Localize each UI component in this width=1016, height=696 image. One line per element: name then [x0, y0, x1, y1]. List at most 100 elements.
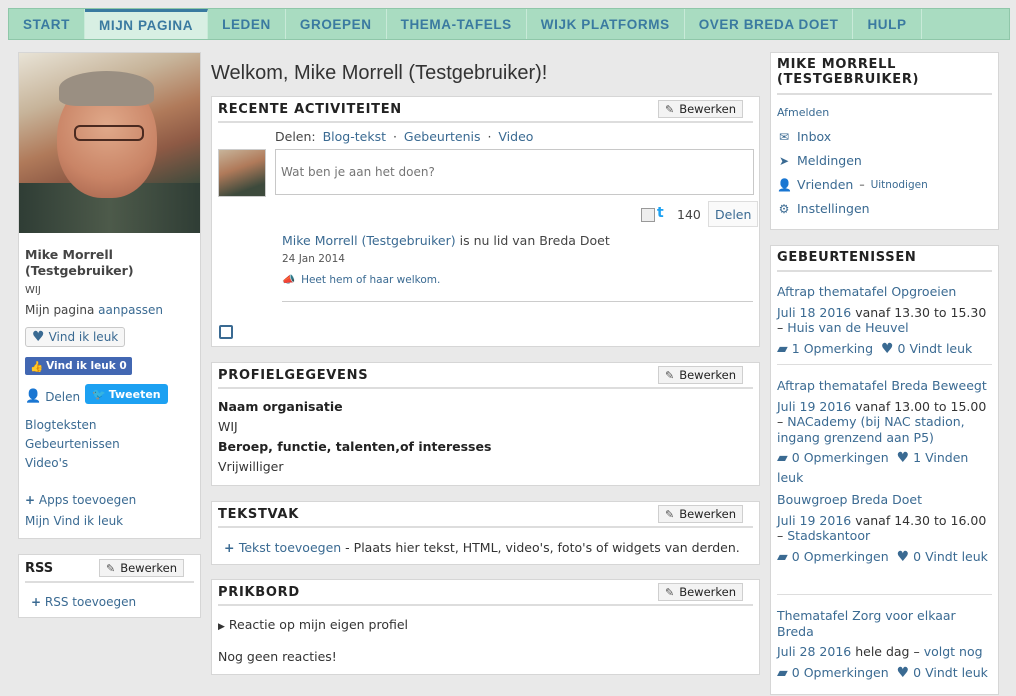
textbox-title: TEKSTVAK — [218, 507, 299, 522]
settings-link[interactable]: ⚙ Instellingen — [777, 201, 870, 216]
profile-info-edit-label: Bewerken — [679, 368, 737, 382]
event-location[interactable]: volgt nog — [924, 644, 983, 659]
plus-icon: + — [224, 540, 239, 555]
event-likes[interactable]: 0 Vindt leuk — [898, 341, 973, 356]
field-label-beroep: Beroep, functie, talenten,of interesses — [218, 439, 492, 454]
facebook-like-label: Vind ik leuk 0 — [46, 360, 127, 372]
plus-icon: + — [25, 493, 36, 507]
rss-add-link[interactable]: + RSS toevoegen — [31, 595, 136, 609]
profile-photo[interactable] — [19, 53, 200, 233]
textbox-edit-label: Bewerken — [679, 507, 737, 521]
event-date[interactable]: Juli 18 2016 — [777, 305, 851, 320]
rss-icon[interactable] — [219, 325, 233, 339]
logout-link[interactable]: Afmelden — [777, 106, 829, 119]
inbox-link[interactable]: ✉ Inbox — [777, 129, 831, 144]
envelope-icon: ✉ — [778, 129, 790, 144]
tab-thema-tafels[interactable]: THEMA-TAFELS — [387, 9, 527, 39]
event-location[interactable]: NACademy (bij NAC stadion, ingang grenze… — [777, 414, 965, 445]
event-likes[interactable]: 0 Vindt leuk — [913, 665, 988, 680]
twitter-icon: t — [657, 205, 664, 221]
plus-icon: + — [31, 595, 42, 609]
apps-add-link[interactable]: + Apps toevoegen — [25, 493, 136, 507]
my-page-label: Mijn pagina aanpassen — [25, 303, 163, 317]
board-toggle[interactable]: ▶ Reactie op mijn eigen profiel — [218, 617, 408, 632]
my-page-text: Mijn pagina — [25, 303, 95, 317]
tab-groepen[interactable]: GROEPEN — [286, 9, 387, 39]
welcome-link[interactable]: 📣 Heet hem of haar welkom. — [282, 273, 441, 287]
like-button-label: Vind ik leuk — [48, 330, 119, 344]
profile-name: Mike Morrell (Testgebruiker) — [25, 247, 134, 278]
pencil-icon: ✎ — [665, 102, 675, 116]
tweet-button[interactable]: 🐦 Tweeten — [85, 384, 168, 404]
textbox-add-label: Tekst toevoegen — [238, 540, 342, 555]
event-location[interactable]: Huis van de Heuvel — [787, 320, 908, 335]
edit-page-link[interactable]: aanpassen — [98, 303, 163, 317]
tab-start[interactable]: START — [9, 9, 85, 39]
profile-subtitle: WIJ — [25, 285, 41, 296]
twitter-checkbox[interactable] — [641, 208, 655, 222]
invite-link[interactable]: Uitnodigen — [871, 179, 928, 191]
tab-leden[interactable]: LEDEN — [208, 9, 286, 39]
event-comments[interactable]: 0 Opmerkingen — [792, 450, 889, 465]
board-edit-button[interactable]: ✎ Bewerken — [658, 583, 744, 601]
event-comments[interactable]: 0 Opmerkingen — [792, 665, 889, 680]
share-video-link[interactable]: Video — [498, 129, 533, 144]
inbox-label: Inbox — [797, 129, 832, 144]
comment-icon: ▰ — [777, 664, 788, 681]
field-value-beroep: Vrijwilliger — [218, 459, 284, 474]
tab-wijk-platforms[interactable]: WIJK PLATFORMS — [527, 9, 685, 39]
top-navigation: START MIJN PAGINA LEDEN GROEPEN THEMA-TA… — [8, 8, 1010, 40]
submit-status-button[interactable]: Delen — [708, 201, 759, 227]
event-date[interactable]: Juli 19 2016 — [777, 513, 851, 528]
events-title: GEBEURTENISSEN — [777, 250, 917, 265]
event-title[interactable]: Bouwgroep Breda Doet — [777, 492, 993, 508]
textbox-add-row: + Tekst toevoegen - Plaats hier tekst, H… — [224, 540, 740, 555]
event-title[interactable]: Thematafel Zorg voor elkaar Breda — [777, 608, 993, 639]
rss-edit-button[interactable]: ✎ Bewerken — [99, 559, 185, 577]
field-value-organisatie: WIJ — [218, 419, 238, 434]
link-gebeurtenissen[interactable]: Gebeurtenissen — [25, 437, 120, 451]
like-button[interactable]: ♥ Vind ik leuk — [25, 327, 126, 347]
activity-user-link[interactable]: Mike Morrell (Testgebruiker) — [282, 233, 456, 248]
event-item: Aftrap thematafel Opgroeien Juli 18 2016… — [777, 284, 993, 359]
event-date[interactable]: Juli 19 2016 — [777, 399, 851, 414]
tab-over-breda-doet[interactable]: OVER BREDA DOET — [685, 9, 854, 39]
friends-link[interactable]: 👤 Vrienden – Uitnodigen — [777, 177, 928, 192]
board-empty-text: Nog geen reacties! — [218, 649, 337, 664]
notifications-link[interactable]: ➤ Meldingen — [777, 153, 862, 168]
facebook-like-button[interactable]: 👍 Vind ik leuk 0 — [25, 357, 132, 375]
tab-mijn-pagina[interactable]: MIJN PAGINA — [85, 9, 209, 39]
my-likes-link[interactable]: Mijn Vind ik leuk — [25, 514, 123, 528]
welcome-link-label: Heet hem of haar welkom. — [301, 273, 441, 286]
event-title[interactable]: Aftrap thematafel Opgroeien — [777, 284, 993, 300]
twitter-icon: 🐦 — [92, 387, 106, 401]
share-event-link[interactable]: Gebeurtenis — [404, 129, 481, 144]
heart-icon: ♥ — [896, 664, 910, 681]
person-icon: 👤 — [777, 177, 792, 192]
share-link[interactable]: 👤 Delen — [25, 389, 80, 404]
event-time: hele dag – — [855, 644, 920, 659]
activity-item: Mike Morrell (Testgebruiker) is nu lid v… — [282, 233, 610, 248]
activity-date: 24 Jan 2014 — [282, 253, 345, 265]
event-location[interactable]: Stadskantoor — [787, 528, 870, 543]
page-title: Welkom, Mike Morrell (Testgebruiker)! — [211, 62, 548, 84]
status-input[interactable] — [275, 149, 754, 195]
event-comments[interactable]: 0 Opmerkingen — [792, 549, 889, 564]
textbox-edit-button[interactable]: ✎ Bewerken — [658, 505, 744, 523]
activities-edit-button[interactable]: ✎ Bewerken — [658, 100, 744, 118]
board-edit-label: Bewerken — [679, 585, 737, 599]
event-likes[interactable]: 0 Vindt leuk — [913, 549, 988, 564]
share-blog-link[interactable]: Blog-tekst — [323, 129, 386, 144]
comment-icon: ▰ — [777, 450, 788, 466]
event-title[interactable]: Aftrap thematafel Breda Beweegt — [777, 378, 993, 394]
profile-info-edit-button[interactable]: ✎ Bewerken — [658, 366, 744, 384]
event-comments[interactable]: 1 Opmerking — [792, 341, 873, 356]
pencil-icon: ✎ — [665, 585, 675, 599]
event-date[interactable]: Juli 28 2016 — [777, 644, 851, 659]
heart-icon: ♥ — [32, 329, 45, 345]
avatar[interactable] — [218, 149, 266, 197]
link-blogteksten[interactable]: Blogteksten — [25, 418, 97, 432]
tab-hulp[interactable]: HULP — [853, 9, 922, 39]
link-videos[interactable]: Video's — [25, 456, 68, 470]
textbox-add-link[interactable]: + Tekst toevoegen — [224, 540, 341, 555]
